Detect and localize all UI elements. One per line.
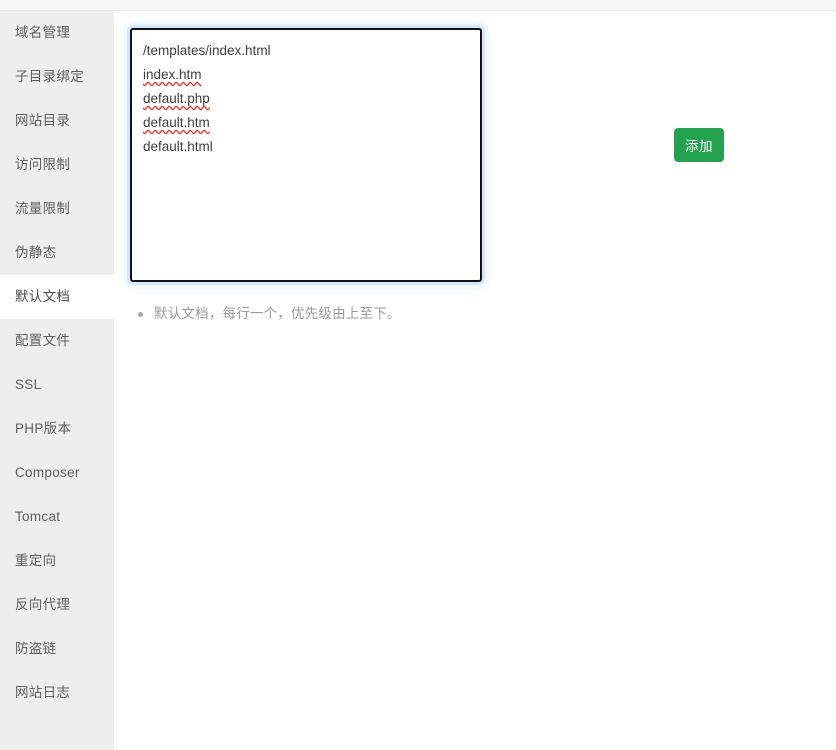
sidebar-item-label: 重定向: [15, 553, 57, 568]
hint-list: 默认文档，每行一个，优先级由上至下。: [124, 303, 401, 325]
sidebar-item-13[interactable]: 反向代理: [0, 583, 114, 627]
document-line: default.php: [143, 91, 210, 106]
sidebar-item-0[interactable]: 域名管理: [0, 11, 114, 55]
sidebar-item-6[interactable]: 默认文档: [0, 275, 114, 319]
sidebar-item-label: Tomcat: [15, 509, 61, 524]
sidebar-item-15[interactable]: 网站日志: [0, 671, 114, 715]
top-bar: [0, 0, 836, 11]
default-document-textarea[interactable]: /templates/index.html index.htm default.ph…: [130, 28, 482, 282]
sidebar-item-8[interactable]: SSL: [0, 363, 114, 407]
sidebar-item-label: 访问限制: [15, 157, 71, 172]
sidebar-item-1[interactable]: 子目录绑定: [0, 55, 114, 99]
sidebar-item-7[interactable]: 配置文件: [0, 319, 114, 363]
sidebar: 域名管理子目录绑定网站目录访问限制流量限制伪静态默认文档配置文件 SSL PHP版本…: [0, 11, 114, 750]
document-line: default.html: [143, 139, 213, 154]
sidebar-item-11[interactable]: Tomcat: [0, 495, 114, 539]
sidebar-item-label: 伪静态: [15, 245, 57, 260]
sidebar-item-3[interactable]: 访问限制: [0, 143, 114, 187]
sidebar-item-label: 防盗链: [15, 641, 57, 656]
main-content: /templates/index.html index.htm default.ph…: [114, 11, 836, 750]
sidebar-item-label: Composer: [15, 465, 80, 480]
sidebar-item-label: 配置文件: [15, 333, 71, 348]
sidebar-item-2[interactable]: 网站目录: [0, 99, 114, 143]
sidebar-item-label: 子目录绑定: [15, 69, 84, 84]
document-line: /templates/index.html: [143, 43, 271, 58]
sidebar-item-label: 反向代理: [15, 597, 71, 612]
hint-item: 默认文档，每行一个，优先级由上至下。: [138, 303, 401, 325]
sidebar-item-label: 域名管理: [15, 25, 71, 40]
sidebar-item-label: 流量限制: [15, 201, 71, 216]
sidebar-item-label: 默认文档: [15, 289, 71, 304]
sidebar-item-14[interactable]: 防盗链: [0, 627, 114, 671]
sidebar-item-10[interactable]: Composer: [0, 451, 114, 495]
document-line: index.htm: [143, 67, 202, 82]
sidebar-item-label: SSL: [15, 377, 42, 392]
sidebar-item-label: 网站目录: [15, 113, 71, 128]
document-line: default.htm: [143, 115, 210, 130]
sidebar-item-label: PHP版本: [15, 421, 72, 436]
sidebar-item-12[interactable]: 重定向: [0, 539, 114, 583]
sidebar-item-9[interactable]: PHP版本: [0, 407, 114, 451]
add-button[interactable]: 添加: [674, 128, 724, 162]
default-document-editor-wrapper: /templates/index.html index.htm default.ph…: [130, 28, 482, 282]
sidebar-item-4[interactable]: 流量限制: [0, 187, 114, 231]
sidebar-item-5[interactable]: 伪静态: [0, 231, 114, 275]
sidebar-item-label: 网站日志: [15, 685, 71, 700]
